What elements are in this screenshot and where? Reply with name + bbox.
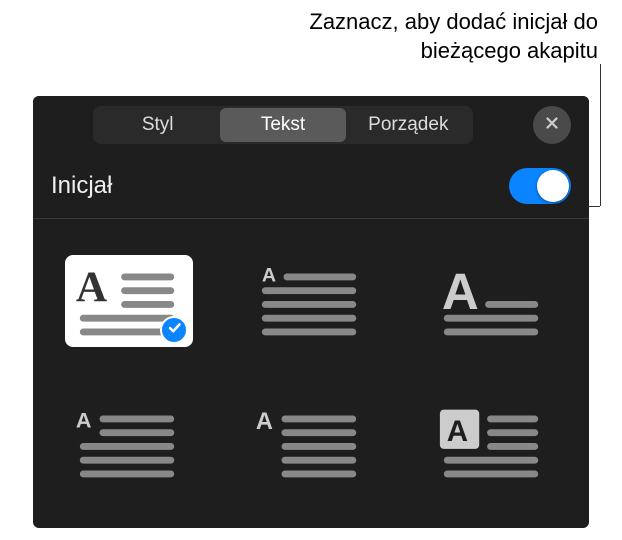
- selected-check-badge: [160, 316, 188, 344]
- dropcap-section-header: Inicjał: [33, 154, 589, 219]
- callout-leader-vertical: [600, 64, 601, 206]
- section-title: Inicjał: [51, 172, 112, 200]
- check-icon: [167, 320, 182, 340]
- dropcap-option-6[interactable]: A: [429, 397, 557, 489]
- dropcap-option-1[interactable]: A: [65, 255, 193, 347]
- dropcap-toggle[interactable]: [509, 168, 571, 204]
- tab-styl[interactable]: Styl: [95, 108, 220, 142]
- dropcap-option-5[interactable]: A: [247, 397, 375, 489]
- svg-text:A: A: [76, 407, 92, 432]
- dropcap-option-3[interactable]: A: [429, 255, 557, 347]
- close-button[interactable]: [533, 106, 571, 144]
- tab-porzadek[interactable]: Porządek: [346, 108, 471, 142]
- svg-text:A: A: [256, 409, 273, 435]
- tab-tekst[interactable]: Tekst: [220, 108, 345, 142]
- svg-text:A: A: [262, 264, 276, 286]
- svg-text:A: A: [442, 263, 479, 320]
- close-icon: [543, 114, 561, 137]
- callout-line1: Zaznacz, aby dodać inicjał do: [309, 8, 598, 37]
- dropcap-option-4[interactable]: A: [65, 397, 193, 489]
- callout-line2: bieżącego akapitu: [309, 37, 598, 66]
- tab-bar: Styl Tekst Porządek: [33, 96, 589, 154]
- svg-text:A: A: [447, 415, 468, 448]
- toggle-knob: [537, 170, 569, 202]
- segmented-control: Styl Tekst Porządek: [93, 106, 473, 144]
- callout-annotation: Zaznacz, aby dodać inicjał do bieżącego …: [309, 8, 598, 65]
- svg-text:A: A: [76, 263, 107, 311]
- inspector-panel: Styl Tekst Porządek Inicjał A: [33, 96, 589, 528]
- dropcap-style-grid: A A: [33, 219, 589, 525]
- dropcap-option-2[interactable]: A: [247, 255, 375, 347]
